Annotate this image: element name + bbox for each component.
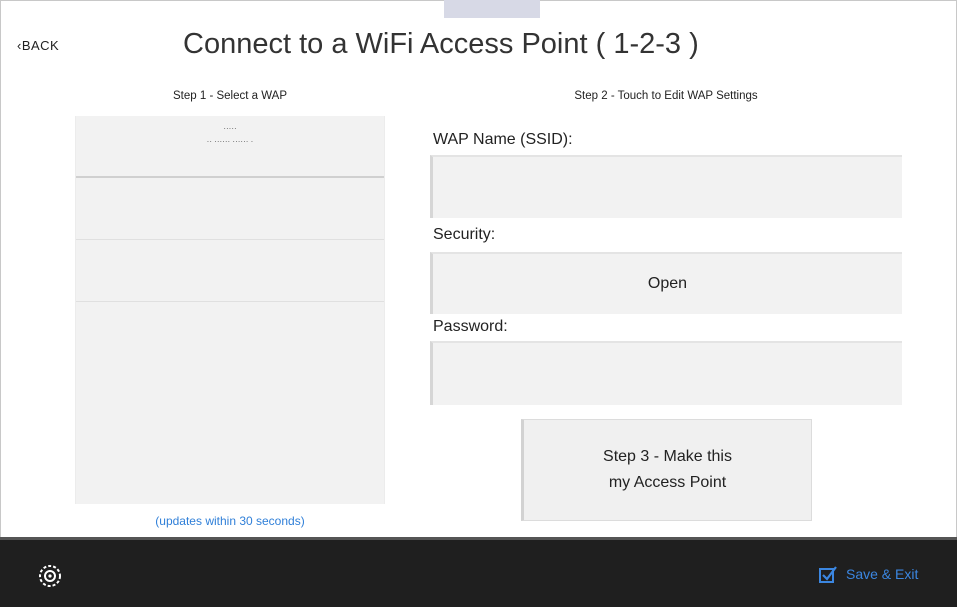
top-pull-tab[interactable] (444, 0, 540, 18)
password-field[interactable] (430, 341, 902, 405)
wap-list-item[interactable]: ····· ·· ······ ······ · (76, 116, 384, 178)
wap-name (76, 178, 384, 186)
save-exit-button[interactable]: Save & Exit (818, 564, 918, 584)
wap-list[interactable]: ····· ·· ······ ······ · (75, 116, 385, 504)
step1-label: Step 1 - Select a WAP (173, 90, 287, 102)
updates-note: (updates within 30 seconds) (155, 514, 305, 528)
checkbox-check-icon (818, 564, 838, 584)
password-label: Password: (433, 318, 508, 335)
ssid-field[interactable] (430, 155, 902, 218)
save-exit-label: Save & Exit (846, 566, 919, 582)
back-button[interactable]: ‹BACK (17, 38, 59, 53)
make-ap-line1: Step 3 - Make this (603, 448, 732, 465)
wap-detail (76, 248, 384, 252)
wap-name: ····· (223, 124, 237, 133)
make-access-point-button[interactable]: Step 3 - Make this my Access Point (521, 419, 812, 521)
wap-detail (76, 186, 384, 190)
wap-name (76, 240, 384, 248)
make-ap-line2: my Access Point (608, 474, 727, 491)
wap-detail: ·· ······ ······ · (206, 137, 254, 146)
step2-label: Step 2 - Touch to Edit WAP Settings (574, 90, 758, 102)
settings-icon[interactable] (36, 562, 64, 590)
footer-bar: Save & Exit (0, 537, 957, 607)
ssid-label: WAP Name (SSID): (433, 131, 573, 148)
security-select[interactable]: Open (430, 252, 902, 314)
wap-list-item[interactable] (76, 240, 384, 302)
security-label: Security: (433, 226, 496, 243)
page-title: Connect to a WiFi Access Point ( 1-2-3 ) (183, 28, 699, 60)
wap-list-item[interactable] (76, 178, 384, 240)
